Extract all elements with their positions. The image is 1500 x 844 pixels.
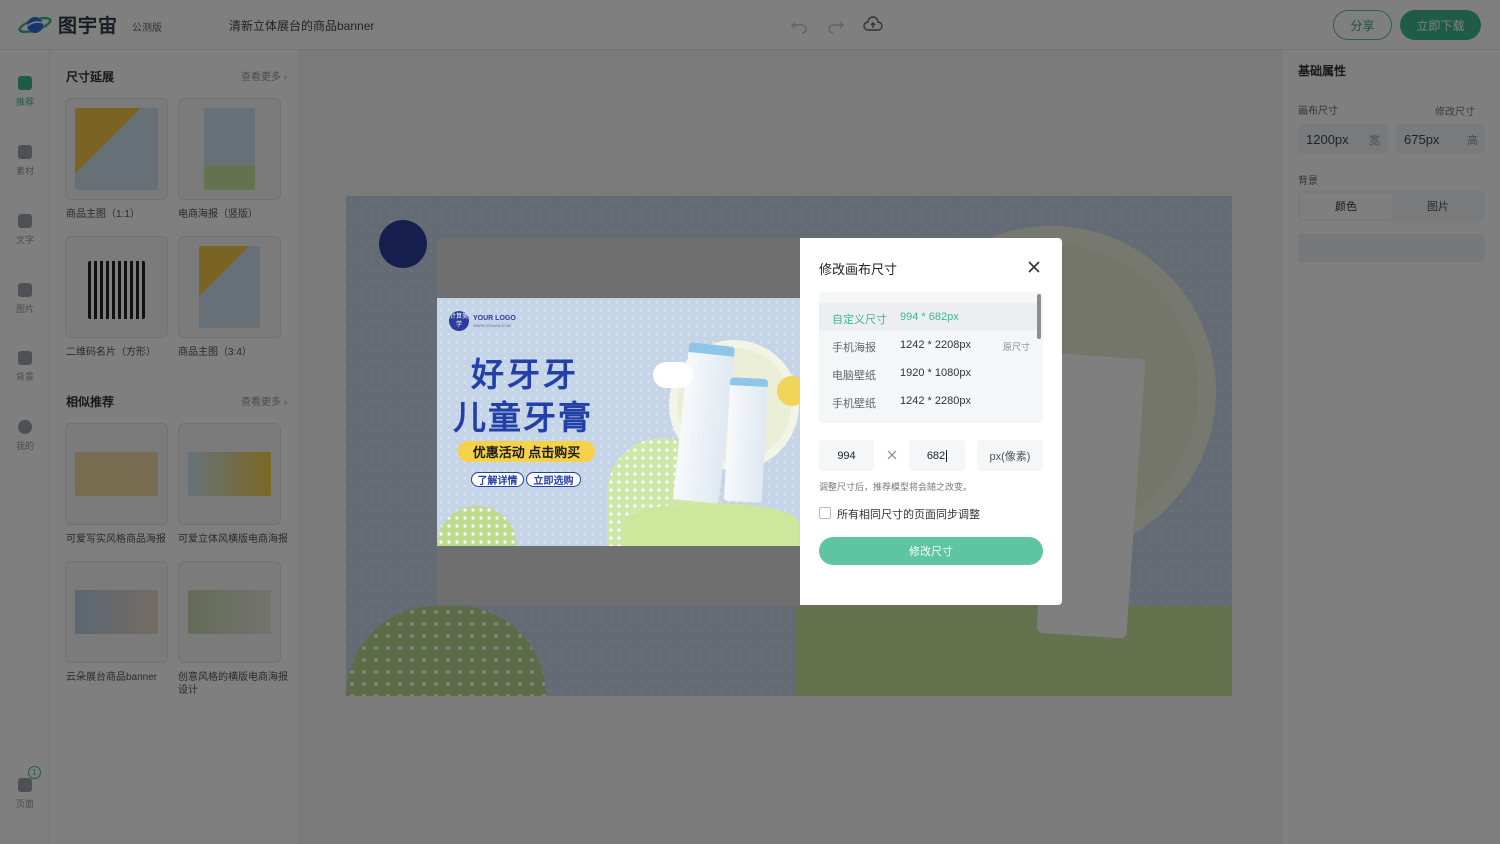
close-icon[interactable] (1026, 259, 1042, 275)
banner-toothpaste-2 (723, 377, 769, 503)
banner-logo-text: YOUR LOGO (473, 315, 516, 322)
banner-podium (623, 503, 799, 546)
width-input[interactable]: 994 (819, 440, 874, 471)
banner-preview: 计算美学 YOUR LOGO WWW.XIGUAN.COM 好牙牙 儿童牙膏 优… (437, 298, 800, 546)
sync-pages-label[interactable]: 所有相同尺寸的页面同步调整 (837, 506, 980, 522)
multiply-icon (887, 450, 897, 460)
resize-canvas-dialog: 修改画布尺寸 自定义尺寸 994 * 682px 手机海报 1242 * 220… (800, 238, 1062, 605)
resize-hint: 调整尺寸后，推荐模型将会随之改变。 (819, 482, 973, 492)
preset-size-custom[interactable]: 自定义尺寸 994 * 682px (819, 303, 1037, 331)
dialog-title: 修改画布尺寸 (819, 262, 898, 277)
text-cursor (946, 449, 948, 462)
banner-sun-decor (777, 376, 800, 406)
banner-title-2: 儿童牙膏 (453, 398, 593, 437)
preset-size-desktop-wallpaper[interactable]: 电脑壁纸 1920 * 1080px (819, 359, 1037, 387)
preset-size-phone-wallpaper[interactable]: 手机壁纸 1242 * 2280px (819, 387, 1037, 415)
banner-promo: 优惠活动 点击购买 (458, 441, 595, 462)
banner-cloud (653, 362, 693, 388)
unit-select[interactable]: px(像素) (977, 440, 1043, 471)
banner-buy-button: 立即选购 (526, 472, 581, 487)
banner-detail-button: 了解详情 (471, 472, 524, 487)
banner-title-1: 好牙牙 (471, 355, 579, 394)
apply-size-button[interactable]: 修改尺寸 (819, 537, 1043, 565)
list-scrollbar[interactable] (1037, 294, 1041, 339)
preset-size-list: 自定义尺寸 994 * 682px 手机海报 1242 * 2208px 原尺寸… (819, 292, 1043, 423)
banner-logo-badge: 计算美学 (449, 311, 469, 331)
banner-logo-sub: WWW.XIGUAN.COM (473, 323, 511, 328)
preset-size-phone-poster[interactable]: 手机海报 1242 * 2208px 原尺寸 (819, 331, 1037, 359)
sync-pages-checkbox[interactable] (819, 507, 831, 519)
original-size-tag: 原尺寸 (1003, 342, 1031, 352)
height-input[interactable]: 682 (909, 440, 965, 471)
